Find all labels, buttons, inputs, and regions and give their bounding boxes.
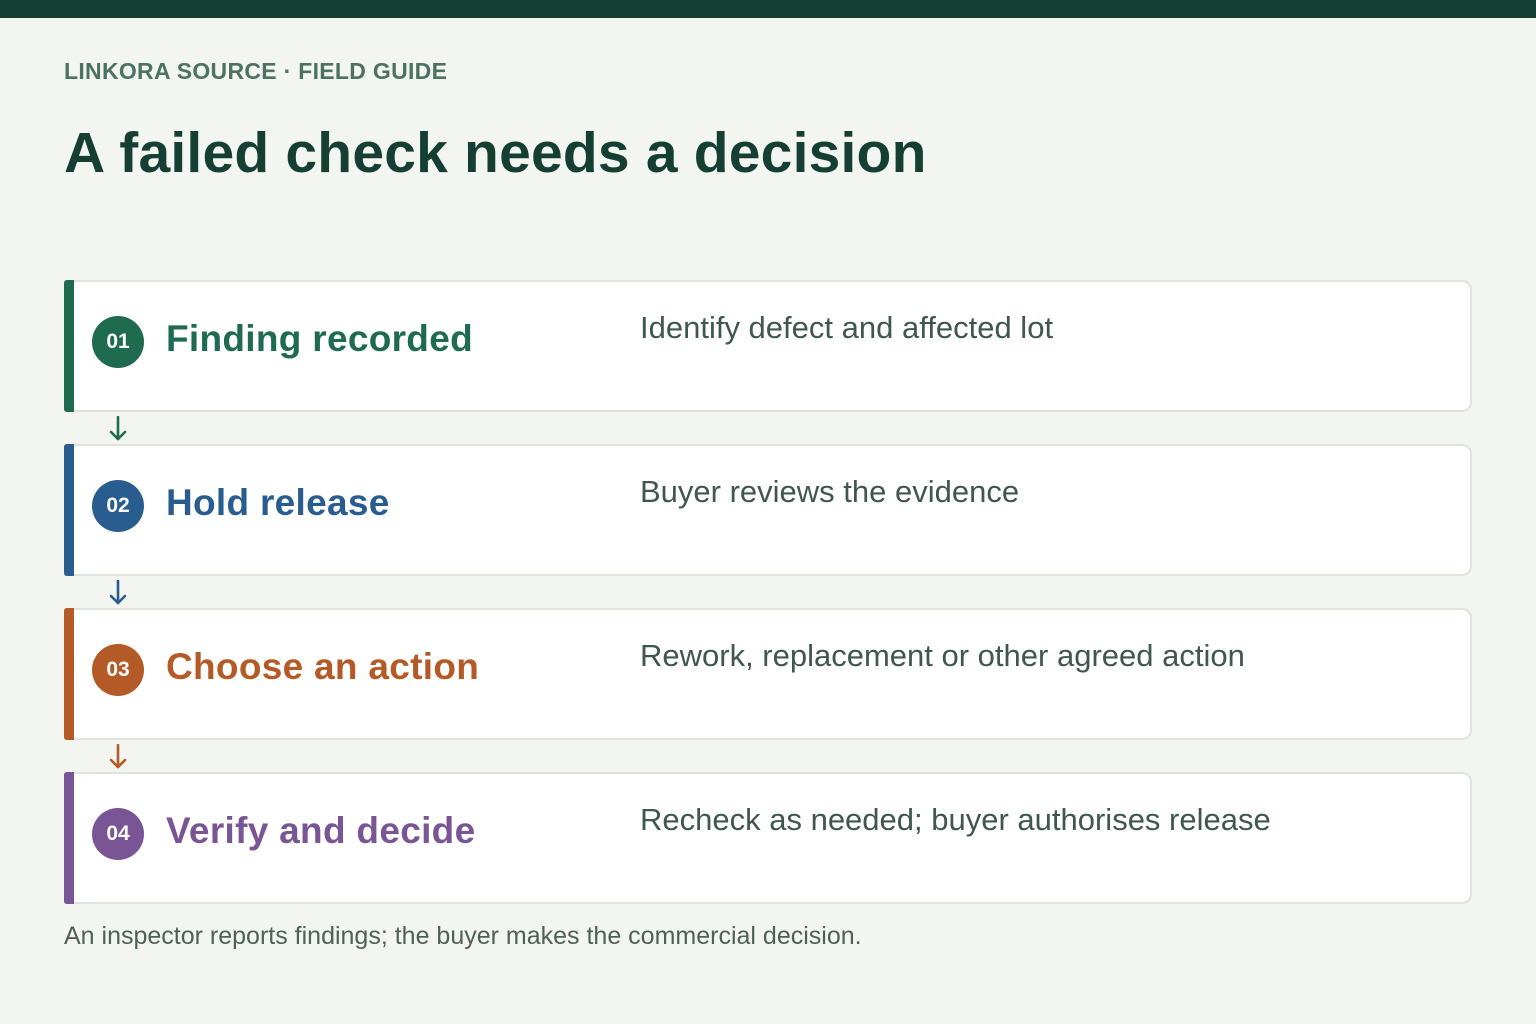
process-steps: 01 Finding recorded Identify defect and …	[64, 280, 1472, 904]
step-card-1: 01 Finding recorded Identify defect and …	[64, 280, 1472, 412]
step-accent-bar	[64, 772, 74, 904]
step-number-badge: 01	[92, 316, 144, 368]
step-accent-bar	[64, 608, 74, 740]
step-description: Identify defect and affected lot	[640, 310, 1054, 345]
footnote: An inspector reports findings; the buyer…	[64, 922, 862, 950]
arrow-down-icon	[109, 744, 127, 769]
step-accent-bar	[64, 280, 74, 412]
step-title: Choose an action	[166, 646, 480, 687]
step-card-3: 03 Choose an action Rework, replacement …	[64, 608, 1472, 740]
step-number-badge: 02	[92, 480, 144, 532]
step-title: Finding recorded	[166, 318, 473, 359]
step-card-2: 02 Hold release Buyer reviews the eviden…	[64, 444, 1472, 576]
step-description: Recheck as needed; buyer authorises rele…	[640, 802, 1271, 837]
step-number-badge: 04	[92, 808, 144, 860]
step-description: Buyer reviews the evidence	[640, 474, 1020, 509]
eyebrow-label: LINKORA SOURCE · FIELD GUIDE	[64, 58, 448, 84]
step-title: Hold release	[166, 482, 390, 523]
step-connector	[64, 740, 1472, 772]
page-title: A failed check needs a decision	[64, 121, 927, 185]
step-title: Verify and decide	[166, 810, 476, 851]
step-accent-bar	[64, 444, 74, 576]
arrow-down-icon	[109, 580, 127, 605]
step-connector	[64, 412, 1472, 444]
arrow-down-icon	[109, 416, 127, 441]
top-bar	[0, 0, 1536, 18]
step-description: Rework, replacement or other agreed acti…	[640, 638, 1245, 673]
step-number-badge: 03	[92, 644, 144, 696]
step-card-4: 04 Verify and decide Recheck as needed; …	[64, 772, 1472, 904]
step-connector	[64, 576, 1472, 608]
